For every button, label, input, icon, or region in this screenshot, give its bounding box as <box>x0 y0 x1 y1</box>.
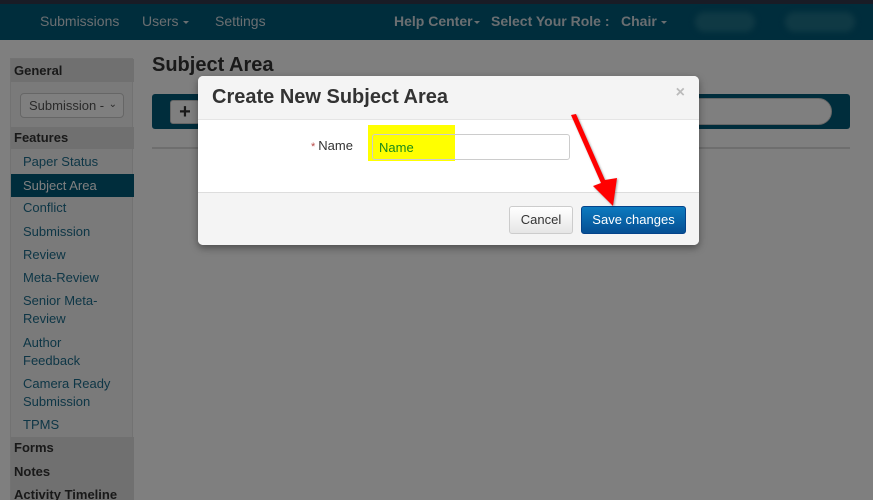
name-input[interactable] <box>372 134 570 160</box>
cancel-button[interactable]: Cancel <box>509 206 573 234</box>
modal-backdrop[interactable] <box>0 0 873 500</box>
save-changes-button[interactable]: Save changes <box>581 206 686 234</box>
required-marker: * <box>311 141 316 153</box>
modal-footer: Cancel Save changes <box>198 192 699 245</box>
name-label-text: Name <box>318 138 353 153</box>
name-label: * Name <box>311 138 353 153</box>
modal-header: Create New Subject Area × <box>198 76 699 120</box>
create-subject-area-modal: Create New Subject Area × *Name Cancel S… <box>198 76 699 245</box>
modal-title: Create New Subject Area <box>212 86 449 108</box>
close-icon[interactable]: × <box>676 84 685 102</box>
